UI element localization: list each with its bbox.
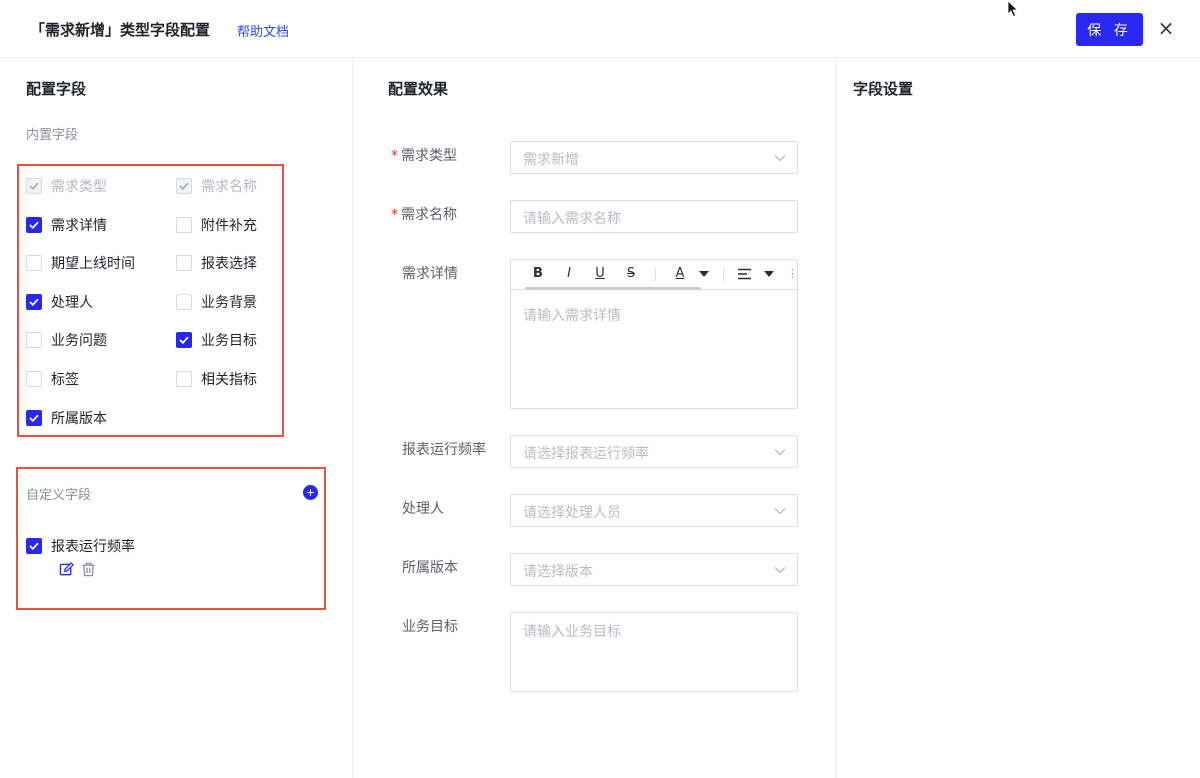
builtin-field-checkbox[interactable]: 标签	[26, 369, 79, 389]
name-input[interactable]: 请输入需求名称	[510, 200, 798, 233]
toolbar-separator	[723, 268, 724, 281]
goal-textarea-placeholder: 请输入业务目标	[523, 624, 621, 640]
bold-button[interactable]: B	[531, 264, 545, 284]
checkbox-label: 需求详情	[51, 218, 107, 234]
checkbox[interactable]	[26, 538, 42, 554]
handler-select[interactable]: 请选择处理人员	[510, 494, 798, 527]
caret-down-icon[interactable]	[699, 270, 709, 278]
builtin-field-checkbox[interactable]: 业务背景	[176, 292, 257, 312]
checkbox-label: 需求名称	[201, 179, 257, 195]
checkbox	[176, 178, 192, 194]
checkbox-label: 业务目标	[201, 333, 257, 349]
builtin-field-checkbox[interactable]: 所属版本	[26, 408, 107, 428]
field-label-version: 所属版本	[402, 560, 458, 576]
checkbox-label: 业务背景	[201, 295, 257, 311]
editor-toolbar: B I U S A ⋮	[511, 260, 798, 290]
required-mark: *	[391, 207, 398, 223]
field-label-detail: 需求详情	[402, 266, 458, 282]
italic-button[interactable]: I	[562, 264, 576, 284]
font-color-button[interactable]: A	[673, 264, 687, 284]
caret-down-icon[interactable]	[764, 270, 774, 278]
chevron-down-icon	[774, 508, 786, 515]
align-left-icon[interactable]	[738, 268, 751, 280]
goal-textarea[interactable]: 请输入业务目标	[510, 612, 798, 692]
builtin-fields-title: 内置字段	[26, 128, 79, 143]
version-select[interactable]: 请选择版本	[510, 553, 798, 586]
checkbox-label: 所属版本	[51, 411, 107, 427]
checkbox[interactable]	[26, 371, 42, 387]
field-label-handler: 处理人	[402, 501, 444, 517]
checkbox	[26, 178, 42, 194]
checkbox-label: 报表选择	[201, 256, 257, 272]
field-label-goal: 业务目标	[402, 619, 458, 635]
checkbox[interactable]	[26, 332, 42, 348]
field-settings-title: 字段设置	[853, 80, 914, 98]
chevron-down-icon	[774, 567, 786, 574]
version-select-placeholder: 请选择版本	[523, 564, 593, 580]
builtin-field-checkbox: 需求类型	[26, 176, 107, 196]
config-preview-title: 配置效果	[388, 80, 449, 98]
required-mark: *	[391, 148, 398, 164]
checkbox-label: 标签	[51, 372, 79, 388]
dialog-header: 「需求新增」类型字段配置 帮助文档 保 存 ×	[0, 0, 1200, 58]
type-select-value: 需求新增	[523, 152, 579, 168]
checkbox[interactable]	[26, 294, 42, 310]
checkbox-label: 相关指标	[201, 372, 257, 388]
checkbox-label: 附件补充	[201, 218, 257, 234]
dialog-title: 「需求新增」类型字段配置	[30, 21, 211, 39]
checkbox-label: 处理人	[51, 295, 93, 311]
strikethrough-button[interactable]: S	[624, 264, 638, 284]
checkbox[interactable]	[26, 410, 42, 426]
checkbox-label: 业务问题	[51, 333, 107, 349]
custom-fields-title: 自定义字段	[26, 488, 92, 503]
delete-icon[interactable]	[81, 562, 96, 577]
underline-button[interactable]: U	[593, 264, 607, 284]
builtin-field-checkbox: 需求名称	[176, 176, 257, 196]
checkbox[interactable]	[176, 217, 192, 233]
edit-icon[interactable]	[59, 562, 74, 577]
custom-field-checkbox[interactable]: 报表运行频率	[26, 536, 135, 556]
detail-rich-editor[interactable]: B I U S A ⋮ 请输入需求详情	[510, 259, 798, 409]
builtin-field-checkbox[interactable]: 需求详情	[26, 215, 107, 235]
checkbox[interactable]	[176, 371, 192, 387]
type-select[interactable]: 需求新增	[510, 141, 798, 174]
builtin-field-checkbox[interactable]: 业务问题	[26, 330, 107, 350]
checkbox-label: 需求类型	[51, 179, 107, 195]
mouse-cursor-icon	[1007, 0, 1019, 18]
config-fields-title: 配置字段	[26, 80, 87, 98]
more-options-icon[interactable]: ⋮	[787, 264, 798, 284]
toolbar-scrollbar[interactable]	[525, 287, 701, 290]
checkbox[interactable]	[26, 255, 42, 271]
builtin-field-checkbox[interactable]: 附件补充	[176, 215, 257, 235]
help-doc-link[interactable]: 帮助文档	[237, 21, 289, 40]
add-custom-field-icon[interactable]: +	[303, 485, 318, 500]
freq-select-placeholder: 请选择报表运行频率	[523, 446, 649, 462]
toolbar-separator	[655, 268, 656, 281]
close-icon[interactable]: ×	[1156, 17, 1176, 39]
field-label-type: * 需求类型	[391, 148, 457, 164]
checkbox[interactable]	[26, 217, 42, 233]
checkbox-label: 报表运行频率	[51, 539, 135, 555]
checkbox[interactable]	[176, 255, 192, 271]
field-label-freq: 报表运行频率	[402, 442, 486, 458]
handler-select-placeholder: 请选择处理人员	[523, 505, 621, 521]
checkbox-label: 期望上线时间	[51, 256, 135, 272]
column-divider	[836, 58, 837, 778]
builtin-field-checkbox[interactable]: 期望上线时间	[26, 253, 135, 273]
builtin-field-checkbox[interactable]: 相关指标	[176, 369, 257, 389]
detail-placeholder: 请输入需求详情	[523, 308, 621, 324]
save-button[interactable]: 保 存	[1076, 13, 1143, 46]
builtin-field-checkbox[interactable]: 报表选择	[176, 253, 257, 273]
column-divider	[352, 58, 353, 778]
builtin-field-checkbox[interactable]: 处理人	[26, 292, 93, 312]
builtin-field-checkbox[interactable]: 业务目标	[176, 330, 257, 350]
freq-select[interactable]: 请选择报表运行频率	[510, 435, 798, 468]
chevron-down-icon	[774, 155, 786, 162]
chevron-down-icon	[774, 449, 786, 456]
checkbox[interactable]	[176, 294, 192, 310]
name-input-placeholder: 请输入需求名称	[523, 211, 621, 227]
checkbox[interactable]	[176, 332, 192, 348]
field-label-name: * 需求名称	[391, 207, 457, 223]
